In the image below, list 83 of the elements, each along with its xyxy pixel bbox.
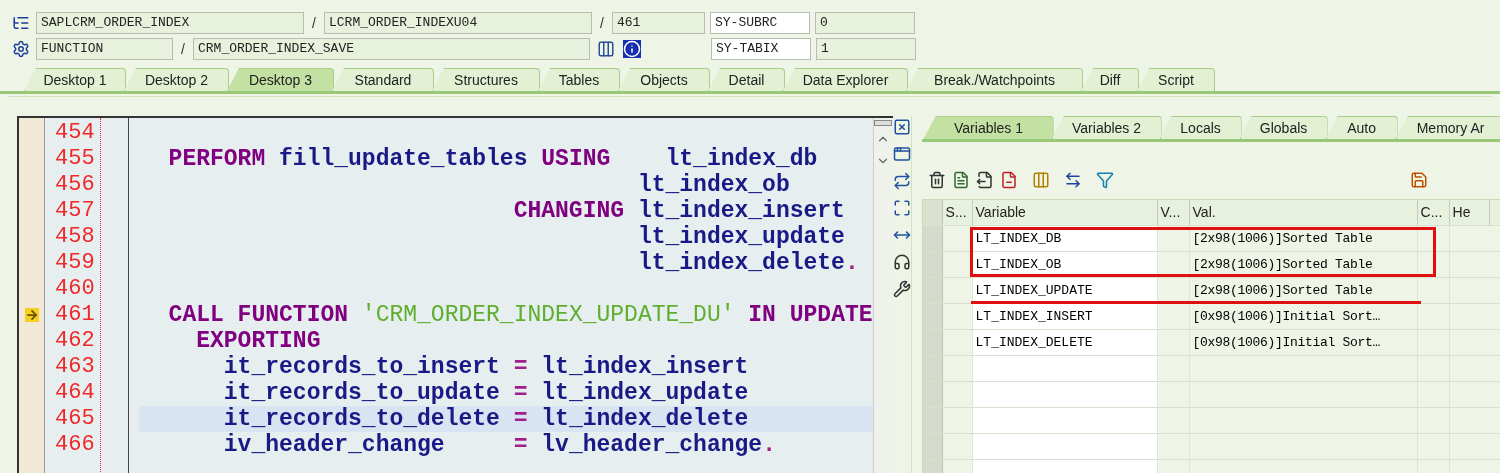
code-line: EXPORTING	[195, 328, 321, 354]
text-field[interactable]: 0	[815, 12, 915, 34]
code-line: iv_header_change = lv_header_change.	[222, 432, 776, 458]
table-cell: LT_INDEX_DB	[972, 226, 1158, 251]
line-number: 461	[54, 302, 96, 328]
tab[interactable]: Diff	[1081, 68, 1139, 91]
filter-icon[interactable]	[1095, 171, 1114, 189]
column-header[interactable]: Val.	[1189, 200, 1418, 225]
tab[interactable]: Variables 2	[1051, 116, 1162, 139]
line-number: 457	[54, 198, 96, 224]
text-field[interactable]: FUNCTION	[36, 38, 173, 60]
tab[interactable]: Break./Watchpoints	[906, 68, 1083, 91]
line-number: 456	[54, 172, 96, 198]
wrench-icon[interactable]	[892, 280, 911, 298]
gear-icon	[12, 40, 30, 58]
document-icon[interactable]	[975, 171, 994, 189]
tab[interactable]: Desktop 3	[227, 68, 334, 91]
info-icon[interactable]	[623, 40, 641, 58]
scroll-thumb[interactable]	[874, 120, 893, 126]
code-line: CHANGING lt_index_insert	[512, 198, 845, 224]
scrollbar[interactable]	[872, 118, 893, 473]
line-number: 463	[54, 354, 96, 380]
tab[interactable]: Tables	[538, 68, 620, 91]
column-header[interactable]: He	[1449, 200, 1490, 225]
tab[interactable]: Globals	[1239, 116, 1328, 139]
column-header[interactable]: S...	[942, 200, 973, 225]
table-cell: LT_INDEX_DELETE	[972, 330, 1158, 355]
text-field[interactable]: 1	[816, 38, 916, 60]
tab[interactable]: Data Explorer	[783, 68, 908, 91]
headphones-icon[interactable]	[892, 253, 911, 271]
tab[interactable]: Desktop 1	[24, 68, 126, 91]
text-field[interactable]: 461	[612, 12, 705, 34]
table-cell: LT_INDEX_INSERT	[972, 304, 1158, 329]
tab[interactable]: Objects	[618, 68, 710, 91]
table-cell: LT_INDEX_UPDATE	[972, 278, 1158, 303]
code-line: CALL FUNCTION 'CRM_ORDER_INDEX_UPDATE_DU' IN UPDATE	[167, 302, 873, 328]
code-line: lt_index_delete.	[636, 250, 859, 276]
code-line: it_records_to_update = lt_index_update	[222, 380, 749, 406]
tab[interactable]: Desktop 2	[124, 68, 229, 91]
tab[interactable]: Locals	[1159, 116, 1242, 139]
tab[interactable]: Auto	[1325, 116, 1398, 139]
text-field[interactable]: LCRM_ORDER_INDEXU04	[324, 12, 592, 34]
line-number: 465	[54, 406, 96, 432]
tab[interactable]: Variables 1	[923, 116, 1054, 139]
column-header[interactable]: Variable	[972, 200, 1158, 225]
save-icon[interactable]	[1409, 171, 1428, 189]
tab[interactable]: Structures	[432, 68, 540, 91]
tab[interactable]: Detail	[708, 68, 785, 91]
arrows-icon[interactable]	[1063, 171, 1082, 189]
line-number: 462	[54, 328, 96, 354]
line-number: 464	[54, 380, 96, 406]
tab[interactable]: Script	[1137, 68, 1215, 91]
text-field[interactable]: CRM_ORDER_INDEX_SAVE	[193, 38, 590, 60]
line-number: 454	[54, 120, 96, 146]
line-number: 460	[54, 276, 96, 302]
code-line: PERFORM fill_update_tables USING lt_index_db	[167, 146, 818, 172]
maximize-icon[interactable]	[892, 199, 911, 217]
code-line: lt_index_ob	[636, 172, 790, 198]
line-number: 458	[54, 224, 96, 250]
swap-icon[interactable]	[892, 172, 911, 190]
separator-text: /	[180, 39, 186, 59]
close-icon[interactable]	[892, 118, 911, 136]
line-number: 455	[54, 146, 96, 172]
tab[interactable]: Standard	[332, 68, 434, 91]
trash-icon[interactable]	[927, 171, 946, 189]
separator-text: /	[311, 13, 317, 33]
document-icon[interactable]	[999, 171, 1018, 189]
tab[interactable]: Memory Ar	[1395, 116, 1500, 139]
line-number: 466	[54, 432, 96, 458]
separator-text: /	[599, 13, 605, 33]
code-editor[interactable]	[17, 116, 893, 473]
column-header[interactable]: C...	[1417, 200, 1450, 225]
code-line: it_records_to_delete = lt_index_delete	[222, 406, 749, 432]
text-field[interactable]: SY-SUBRC	[710, 12, 810, 34]
column-header[interactable]: V...	[1157, 200, 1190, 225]
code-line: it_records_to_insert = lt_index_insert	[222, 354, 749, 380]
text-field[interactable]: SY-TABIX	[711, 38, 811, 60]
columns-icon[interactable]	[1031, 171, 1050, 189]
code-line: lt_index_update	[636, 224, 845, 250]
line-number: 459	[54, 250, 96, 276]
document-icon[interactable]	[951, 171, 970, 189]
text-field[interactable]: SAPLCRM_ORDER_INDEX	[36, 12, 304, 34]
window-icon[interactable]	[892, 145, 911, 163]
